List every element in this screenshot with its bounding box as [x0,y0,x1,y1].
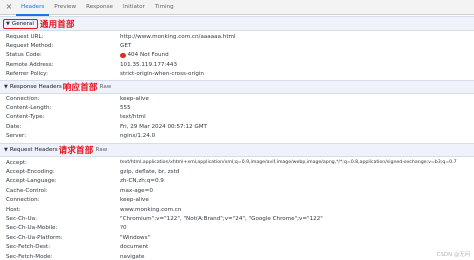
general-value: 101.35.119.177:443 [120,61,178,68]
header-value: navigate [120,253,145,260]
general-annotation: 通用首部 [39,19,75,30]
status-code-value: 404 Not Found [120,52,169,58]
expand-triangle-icon: ▼ [4,84,8,90]
header-value: 555 [120,105,131,112]
tab-bar: × Headers Preview Response Initiator Tim… [0,0,474,16]
request-header-row: Sec-Ch-Ua-Mobile: ?0 [0,224,474,233]
header-value: keep-alive [120,95,149,102]
response-headers-title: Response Headers [9,84,62,90]
tab-preview[interactable]: Preview [49,0,81,15]
response-header-row: Server: nginx/1.24.0 [0,132,474,141]
tab-initiator[interactable]: Initiator [118,0,150,15]
header-value: zh-CN,zh;q=0.9 [120,178,164,185]
header-value: document [120,244,149,251]
header-key: Sec-Fetch-Mode: [6,253,53,260]
tab-timing[interactable]: Timing [150,0,179,15]
response-header-row: Date: Fri, 29 Mar 2024 00:57:12 GMT [0,122,474,131]
header-value: www.monking.com.cn [120,206,182,213]
request-header-row: Sec-Fetch-Mode: navigate [0,252,474,260]
header-value: ?0 [120,225,127,232]
request-headers-title: Request Headers [9,147,58,153]
response-headers-annotation: 响应首部 [62,83,98,93]
devtools-network-panel: × Headers Preview Response Initiator Tim… [0,0,474,260]
general-value: http://www.monking.com.cn/aaaaaa.html [120,33,236,40]
response-header-row: Connection: keep-alive [0,94,474,103]
header-value: "Chromium";v="122", "Not(A:Brand";v="24"… [120,216,323,223]
general-value: strict-origin-when-cross-origin [120,71,204,78]
general-section-header[interactable]: ▼ General 通用首部 [0,16,474,31]
raw-toggle[interactable]: Raw [100,84,112,90]
general-key: Request Method: [6,43,54,50]
header-value: max-age=0 [120,187,153,194]
request-header-row: Accept-Language: zh-CN,zh;q=0.9 [0,177,474,186]
header-key: Cache-Control: [6,187,48,194]
general-key: Referrer Policy: [6,71,48,78]
header-key: Host: [6,206,21,213]
header-value: Fri, 29 Mar 2024 00:57:12 GMT [120,123,207,130]
header-key: Server: [6,133,27,140]
general-row: Referrer Policy: strict-origin-when-cros… [0,70,474,79]
request-header-row: Sec-Ch-Ua-Platform: "Windows" [0,233,474,242]
general-title: General [11,20,34,27]
status-error-icon [120,52,126,59]
general-row: Request Method: GET [0,41,474,50]
header-value: gzip, deflate, br, zstd [120,169,180,176]
general-key: Request URL: [6,33,44,40]
response-header-row: Content-Length: 555 [0,103,474,112]
tab-headers[interactable]: Headers [16,0,50,16]
general-value: GET [120,43,132,50]
expand-triangle-icon: ▼ [4,147,8,153]
close-icon[interactable]: × [3,1,15,13]
request-header-row: Accept: text/html,application/xhtml+xml,… [0,158,474,167]
header-key: Content-Type: [6,114,45,121]
response-headers-section-header[interactable]: ▼ Response Headers 响应首部 Raw [0,80,474,94]
header-key: Content-Length: [6,105,52,112]
tab-response[interactable]: Response [81,0,118,15]
request-header-row: Sec-Ch-Ua: "Chromium";v="122", "Not(A:Br… [0,214,474,223]
expand-triangle-icon: ▼ [6,20,10,27]
header-key: Sec-Fetch-Dest: [6,244,51,251]
header-key: Accept-Language: [6,178,57,185]
request-headers-annotation: 请求首部 [58,146,94,156]
request-header-row: Host: www.monking.com.cn [0,205,474,214]
general-row: Request URL: http://www.monking.com.cn/a… [0,32,474,41]
status-code-text: 404 Not Found [127,52,169,59]
header-key: Accept: [6,159,27,166]
response-header-row: Content-Type: text/html [0,113,474,122]
request-header-row: Connection: keep-alive [0,196,474,205]
watermark: CSDN @无问 [436,252,470,258]
request-header-row: Cache-Control: max-age=0 [0,186,474,195]
request-header-row: Accept-Encoding: gzip, deflate, br, zstd [0,167,474,176]
header-value: text/html,application/xhtml+xml,applicat… [120,160,457,166]
header-value: text/html [120,114,146,121]
header-key: Accept-Encoding: [6,169,55,176]
header-key: Connection: [6,197,40,204]
general-key: Remote Address: [6,61,54,68]
header-key: Date: [6,123,22,130]
header-value: keep-alive [120,197,149,204]
general-highlight-box: ▼ General [3,18,38,29]
header-value: "Windows" [120,234,151,241]
general-key: Status Code: [6,52,42,59]
header-key: Sec-Ch-Ua-Mobile: [6,225,58,232]
header-key: Sec-Ch-Ua-Platform: [6,234,63,241]
request-header-row: Sec-Fetch-Dest: document [0,243,474,252]
general-row: Status Code: 404 Not Found [0,51,474,60]
header-value: nginx/1.24.0 [120,133,156,140]
general-row: Remote Address: 101.35.119.177:443 [0,60,474,69]
request-headers-section-header[interactable]: ▼ Request Headers 请求首部 Raw [0,143,474,157]
header-key: Sec-Ch-Ua: [6,216,37,223]
header-key: Connection: [6,95,40,102]
raw-toggle[interactable]: Raw [95,147,107,153]
